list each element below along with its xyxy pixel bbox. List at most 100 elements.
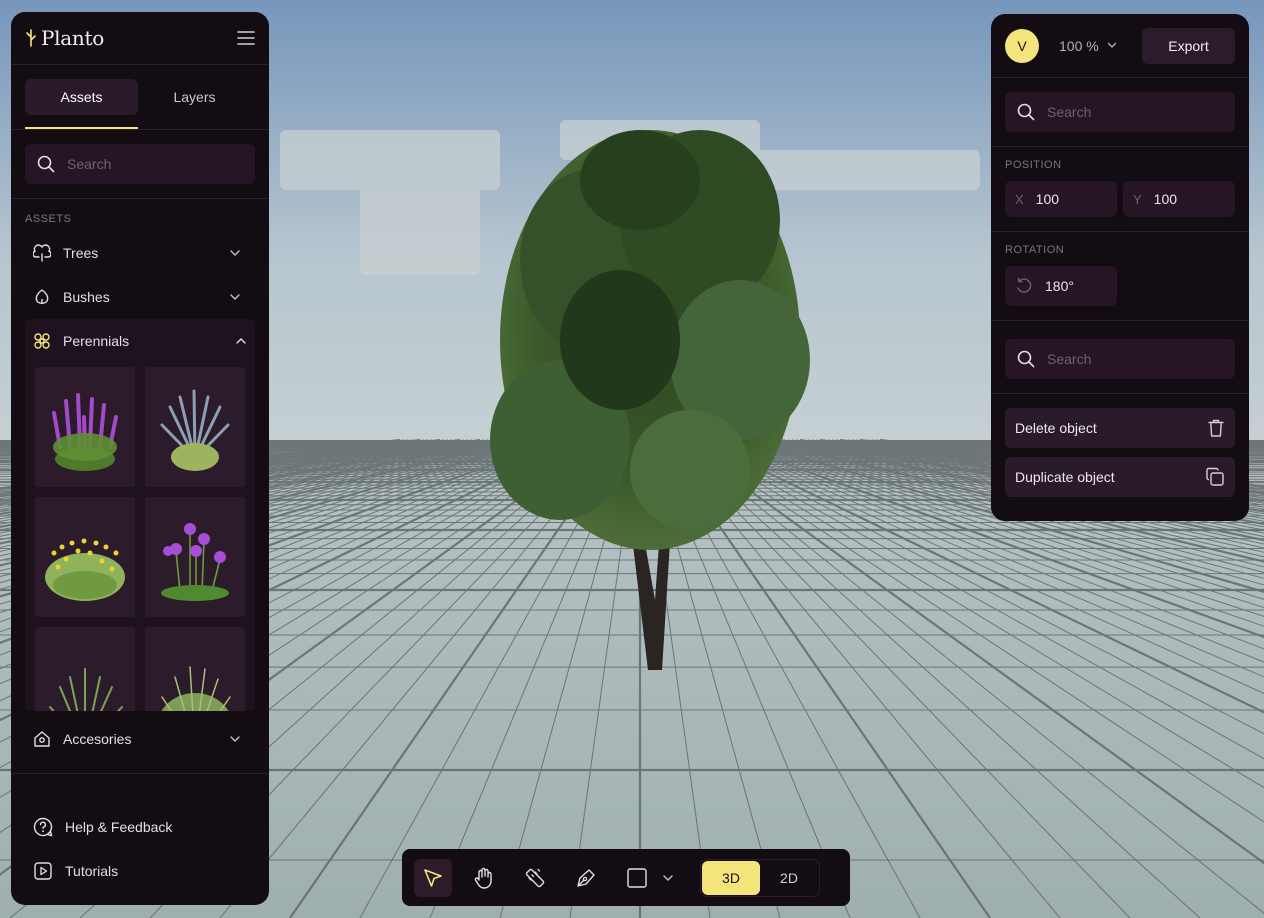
left-search-input[interactable]: [67, 156, 243, 172]
brand-logo[interactable]: Planto: [25, 26, 104, 50]
help-feedback-link[interactable]: Help & Feedback: [11, 805, 269, 849]
tab-layers[interactable]: Layers: [138, 79, 251, 115]
rotation-section: ROTATION 180°: [991, 232, 1249, 320]
house-icon: [33, 730, 51, 748]
asset-tile-allium[interactable]: [145, 497, 245, 617]
view-3d-button[interactable]: 3D: [702, 860, 760, 895]
duplicate-object-button[interactable]: Duplicate object: [1005, 457, 1235, 497]
position-fields: X 100 Y 100: [1005, 181, 1235, 217]
asset-tile-ornamental-grass[interactable]: [35, 627, 135, 711]
tutorials-link[interactable]: Tutorials: [11, 849, 269, 893]
right-properties-panel: V 100 % Export POSITION X 100 Y 100: [991, 14, 1249, 521]
y-key: Y: [1133, 191, 1142, 207]
hand-icon: [472, 866, 496, 890]
zoom-dropdown[interactable]: 100 %: [1059, 38, 1132, 54]
measure-tool[interactable]: [516, 859, 554, 897]
perennials-grid: [35, 367, 245, 711]
bush-icon: [33, 288, 51, 306]
rotation-value: 180°: [1045, 278, 1074, 294]
fountain-grass-plant: [161, 666, 231, 711]
category-label: Accesories: [63, 731, 132, 747]
delete-object-button[interactable]: Delete object: [1005, 408, 1235, 448]
category-label: Bushes: [63, 289, 110, 305]
perennials-grid-container: [25, 363, 255, 711]
chevron-up-icon: [235, 337, 247, 345]
shape-tool[interactable]: [618, 859, 656, 897]
category-perennials[interactable]: Perennials: [25, 319, 255, 363]
position-x-field[interactable]: X 100: [1005, 181, 1117, 217]
tree-icon: [33, 244, 51, 262]
purple-loosestrife-plant: [52, 393, 118, 471]
category-label: Perennials: [63, 333, 130, 349]
rotation-field[interactable]: 180°: [1005, 266, 1117, 306]
bottom-toolbar: 3D 2D: [402, 849, 850, 906]
asset-tile-russian-sage[interactable]: [145, 367, 245, 487]
position-label: POSITION: [1005, 159, 1062, 171]
chevron-down-icon: [229, 249, 241, 257]
russian-sage-plant: [160, 389, 230, 471]
tab-assets[interactable]: Assets: [25, 79, 138, 129]
avatar[interactable]: V: [1005, 28, 1039, 63]
assets-section-label: ASSETS: [25, 213, 72, 225]
ornamental-grass-plant: [49, 668, 123, 711]
position-y-field[interactable]: Y 100: [1123, 181, 1235, 217]
rotate-icon: [1015, 277, 1033, 295]
view-2d-button[interactable]: 2D: [760, 861, 818, 895]
rotation-label: ROTATION: [1005, 244, 1065, 256]
category-label: Trees: [63, 245, 99, 261]
asset-tile-purple-loosestrife[interactable]: [35, 367, 135, 487]
x-value: 100: [1035, 191, 1060, 207]
chevron-down-icon: [229, 293, 241, 301]
search-icon: [37, 155, 55, 173]
asset-tile-fountain-grass[interactable]: [145, 627, 245, 711]
left-search-box[interactable]: [25, 144, 255, 184]
ruler-icon: [523, 866, 547, 890]
pen-icon: [574, 866, 598, 890]
asset-tile-yellow-coreopsis[interactable]: [35, 497, 135, 617]
right-search-bottom-input[interactable]: [1047, 351, 1223, 367]
select-tool[interactable]: [414, 858, 452, 897]
select-icon: [422, 867, 444, 889]
search-icon: [1017, 350, 1035, 368]
right-search-top-box[interactable]: [1005, 92, 1235, 132]
allium-plant: [161, 523, 229, 601]
right-search-bottom-box[interactable]: [1005, 339, 1235, 379]
category-accesories[interactable]: Accesories: [11, 717, 255, 761]
trash-icon: [1207, 418, 1225, 438]
right-search-top-input[interactable]: [1047, 104, 1223, 120]
left-search-section: [11, 130, 269, 198]
brand-row: Planto: [11, 12, 269, 64]
search-icon: [1017, 103, 1035, 121]
tutorials-label: Tutorials: [65, 863, 119, 879]
x-key: X: [1015, 191, 1024, 207]
chevron-down-icon[interactable]: [660, 874, 676, 882]
right-search-top-section: [991, 78, 1249, 146]
chevron-down-icon: [1107, 42, 1117, 49]
delete-object-label: Delete object: [1015, 420, 1097, 436]
y-value: 100: [1153, 191, 1178, 207]
left-footer: Help & Feedback Tutorials: [11, 805, 269, 893]
position-section: POSITION X 100 Y 100: [991, 147, 1249, 231]
play-icon: [33, 861, 53, 881]
brand-name: Planto: [41, 26, 104, 50]
help-icon: [33, 817, 53, 837]
zoom-value: 100 %: [1059, 37, 1099, 54]
hamburger-menu-icon[interactable]: [237, 31, 255, 45]
object-actions: Delete object Duplicate object: [991, 394, 1249, 511]
pen-tool[interactable]: [567, 859, 605, 897]
category-trees[interactable]: Trees: [11, 231, 255, 275]
category-bushes[interactable]: Bushes: [11, 275, 255, 319]
view-mode-toggle: 3D 2D: [700, 858, 820, 897]
right-search-bottom-section: [991, 321, 1249, 393]
flower-icon: [33, 332, 51, 350]
sprout-logo-icon: [25, 28, 37, 48]
divider: [11, 773, 269, 774]
right-topbar: V 100 % Export: [991, 14, 1249, 77]
left-sidebar: Planto Assets Layers ASSETS Trees: [11, 12, 269, 905]
duplicate-object-label: Duplicate object: [1015, 469, 1115, 485]
help-feedback-label: Help & Feedback: [65, 819, 173, 835]
rectangle-icon: [626, 867, 648, 889]
pan-tool[interactable]: [465, 859, 503, 897]
export-button[interactable]: Export: [1142, 27, 1235, 64]
yellow-coreopsis-plant: [45, 538, 125, 601]
